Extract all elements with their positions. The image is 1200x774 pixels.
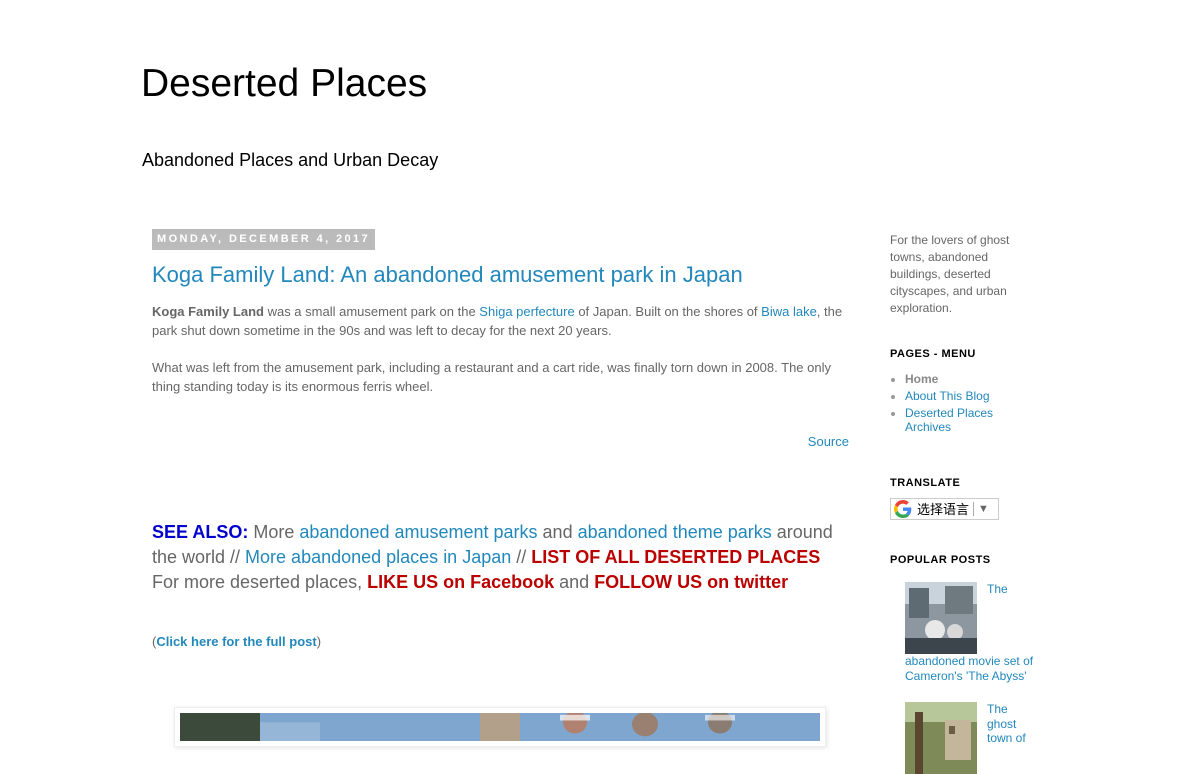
post-text: of Japan. Built on the shores of <box>574 304 762 319</box>
pages-menu-title: PAGES - MENU <box>890 348 976 360</box>
abandoned-places-japan-link[interactable]: More abandoned places in Japan <box>245 547 511 567</box>
about-link[interactable]: About This Blog <box>905 389 990 403</box>
list-all-deserted-places-link[interactable]: LIST OF ALL DESERTED PLACES <box>531 547 820 567</box>
source-link[interactable]: Source <box>808 434 849 449</box>
twitter-link[interactable]: FOLLOW US on twitter <box>594 572 788 592</box>
dropdown-arrow-icon: ▼ <box>978 502 989 515</box>
see-also-label: SEE ALSO: <box>152 522 249 542</box>
paren-close: ) <box>316 634 322 649</box>
see-also-text: For more deserted places, <box>152 572 368 592</box>
pages-item-archives: Deserted Places Archives <box>905 406 1035 434</box>
google-g-icon <box>894 500 912 518</box>
post-bold-name: Koga Family Land <box>152 304 264 319</box>
sidebar-description: For the lovers of ghost towns, abandoned… <box>890 233 1010 315</box>
see-also-text: and <box>554 572 595 592</box>
source-row: Source <box>152 432 849 451</box>
blog-title[interactable]: Deserted Places <box>141 60 427 108</box>
post-text: was a small amusement park on the <box>263 304 480 319</box>
see-also-text: More <box>248 522 300 542</box>
shiga-link[interactable]: Shiga perfecture <box>479 304 574 319</box>
post-date: MONDAY, DECEMBER 4, 2017 <box>152 229 376 250</box>
abandoned-amusement-parks-link[interactable]: abandoned amusement parks <box>299 522 537 542</box>
popular-post-item: The abandoned movie set of Cameron's 'Th… <box>905 582 1035 683</box>
sidebar: For the lovers of ghost towns, abandoned… <box>890 232 1035 774</box>
post-paragraph-1: Koga Family Land was a small amusement p… <box>152 302 849 340</box>
archives-link[interactable]: Deserted Places Archives <box>905 406 993 434</box>
translate-title: TRANSLATE <box>890 477 961 489</box>
post-image[interactable] <box>174 707 826 747</box>
full-post-row: (Click here for the full post) <box>152 632 321 651</box>
translate-label: 选择语言 <box>917 501 970 517</box>
ferris-wheel-photo <box>180 713 820 741</box>
facebook-link[interactable]: LIKE US on Facebook <box>367 572 554 592</box>
full-post-link[interactable]: Click here for the full post <box>156 634 316 649</box>
pages-menu: Home About This Blog Deserted Places Arc… <box>890 372 1035 437</box>
biwa-lake-link[interactable]: Biwa lake <box>761 304 817 319</box>
pages-item-about: About This Blog <box>905 389 1035 403</box>
see-also-block: SEE ALSO: More abandoned amusement parks… <box>152 520 852 595</box>
popular-post-item: The ghost town of <box>905 702 1035 774</box>
popular-posts-title: POPULAR POSTS <box>890 554 991 566</box>
see-also-text: // <box>511 547 532 567</box>
post-title-link[interactable]: Koga Family Land: An abandoned amusement… <box>152 262 743 287</box>
translate-select[interactable]: 选择语言 ▼ <box>890 498 999 520</box>
abandoned-theme-parks-link[interactable]: abandoned theme parks <box>578 522 772 542</box>
popular-post-thumbnail[interactable] <box>905 702 977 774</box>
pages-item-home: Home <box>905 372 1035 386</box>
translate-separator <box>973 502 975 516</box>
popular-post-link[interactable]: The ghost town of <box>987 702 1026 745</box>
post-paragraph-2: What was left from the amusement park, i… <box>152 360 831 394</box>
post-body: Koga Family Land was a small amusement p… <box>152 302 849 414</box>
blog-description: Abandoned Places and Urban Decay <box>142 150 439 170</box>
home-link[interactable]: Home <box>905 372 938 386</box>
popular-post-thumbnail[interactable] <box>905 582 977 654</box>
post-title: Koga Family Land: An abandoned amusement… <box>152 260 743 290</box>
see-also-text: and <box>537 522 578 542</box>
